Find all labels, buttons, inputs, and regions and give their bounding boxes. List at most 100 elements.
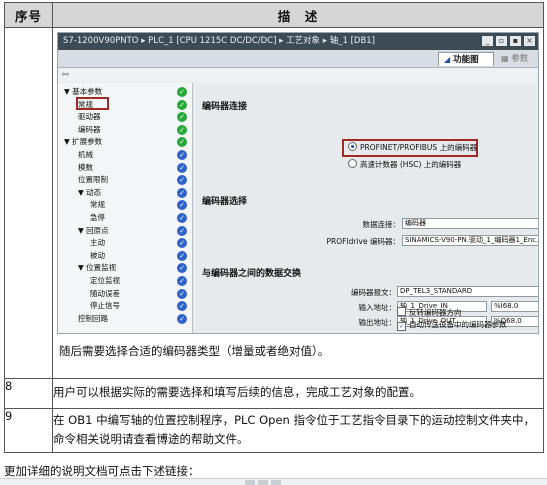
tree-item[interactable]: 位置限制 ✓ [58, 174, 192, 186]
tree-item[interactable]: 模数 ✓ [58, 162, 192, 174]
tab-function-label: 功能图 [453, 55, 479, 65]
tree-item[interactable]: ▼ 位置监视 ✓ [58, 262, 192, 274]
status-check-icon: ✓ [177, 313, 187, 324]
row7-description-cell: S7-1200V90PNTO ▸ PLC_1 [CPU 1215C DC/DC/… [52, 27, 544, 379]
checkbox-auto-label: 自动传送设备中的编码器参数 [409, 320, 507, 329]
tree-item-label: 控制回路 [78, 313, 108, 323]
status-check-icon: ✓ [177, 213, 187, 223]
tree-item-label: 被动 [90, 250, 105, 260]
status-check-icon: ✓ [177, 137, 187, 148]
tree-item[interactable]: 急停 ✓ [58, 212, 192, 224]
document-table: 序号 描 述 S7-1200V90PNTO ▸ PLC_1 [CPU 1215C… [4, 2, 544, 453]
toolbar-button[interactable] [258, 480, 268, 485]
label-data-connection: 数据连接： [362, 220, 401, 229]
label-output-address: 输出地址： [358, 318, 397, 327]
label-encoder-telegram: 编码器报文： [351, 288, 396, 297]
status-check-icon: ✓ [177, 175, 187, 186]
status-check-icon: ✓ [177, 276, 187, 286]
tab-parameter-label: 参数 [511, 54, 529, 64]
tree-item[interactable]: 停止信号 ✓ [58, 300, 192, 312]
status-check-icon: ✓ [177, 162, 187, 173]
toolstrip: ⚯ [58, 68, 538, 82]
status-check-icon: ✓ [177, 263, 187, 274]
function-view-icon: ◢ [444, 55, 451, 64]
section-encoder-connection: 编码器连接 [202, 102, 248, 112]
restore-icon: ▫ [496, 36, 507, 46]
row9-description: 在 OB1 中编写轴的位置控制程序，PLC Open 指令位于工艺指令目录下的运… [52, 408, 544, 453]
status-check-icon: ✓ [177, 99, 187, 110]
tree-item-label: ▼ 动态 [78, 187, 102, 197]
tab-function-view: ◢ 功能图 [438, 52, 494, 66]
status-check-icon: ✓ [177, 200, 187, 211]
navigation-tree: ▼ 基本参数 ✓ 常规 ✓ 驱动器 ✓ 编码器 ✓ ▼ 扩展参数 ✓ 机械 ✓ 模数 ✓ 位置限制 ✓ ▼ 动态… [58, 83, 193, 333]
label-profidrive-encoder: PROFIdrive 编码器： [326, 237, 400, 246]
minimize-icon: _ [482, 36, 493, 46]
close-icon: × [524, 36, 535, 46]
parameter-view-icon: ▦ [501, 54, 509, 63]
status-check-icon: ✓ [177, 112, 187, 123]
radio-hsc: 高速计数器 (HSC) 上的编码器 [348, 159, 461, 170]
section-encoder-selection: 编码器选择 [202, 197, 248, 207]
status-check-icon: ✓ [177, 301, 187, 312]
tia-breadcrumb: S7-1200V90PNTO ▸ PLC_1 [CPU 1215C DC/DC/… [58, 33, 538, 50]
tree-item-label: 急停 [90, 213, 105, 222]
tree-item[interactable]: 驱动器 ✓ [58, 111, 192, 123]
tree-item[interactable]: 编码器 ✓ [58, 124, 192, 136]
radio-profinet: PROFINET/PROFIBUS 上的编码器 [348, 142, 477, 153]
header-number: 序号 [4, 2, 53, 28]
tree-item-label: ▼ 回原点 [78, 225, 109, 235]
tree-item-label: ▼ 位置监视 [78, 263, 117, 273]
status-check-icon: ✓ [177, 225, 187, 236]
row8-description: 用户可以根据实际的需要选择和填写后续的信息，完成工艺对象的配置。 [52, 378, 544, 409]
tree-item-label: 位置限制 [78, 175, 108, 185]
tree-item-label: 常规 [90, 200, 105, 210]
section-data-exchange: 与编码器之间的数据交换 [202, 269, 302, 279]
status-check-icon: ✓ [177, 288, 187, 299]
status-check-icon: ✓ [177, 87, 187, 97]
tree-item-label: 模数 [78, 162, 93, 172]
row7-number-cell [4, 27, 53, 379]
tree-item[interactable]: ▼ 回原点 ✓ [58, 225, 192, 237]
row9-number: 9 [4, 408, 53, 453]
encoder-settings-panel: 编码器连接 PROFINET/PROFIBUS 上的编码器 高速计数器 (HSC… [196, 85, 538, 331]
checkbox-invert-label: 反转编码器方向 [409, 308, 462, 317]
view-tabbar: ◢ 功能图 ▦ 参数 [58, 50, 538, 68]
tree-item[interactable]: 被动 ✓ [58, 250, 192, 262]
tree-item-label: ▼ 扩展参数 [64, 137, 103, 147]
tree-item[interactable]: 随动误差 ✓ [58, 288, 192, 300]
checkbox-auto-transfer[interactable]: ✓ 自动传送设备中的编码器参数 [397, 319, 507, 331]
tree-item[interactable]: 主动 ✓ [58, 237, 192, 249]
checkbox-unchecked-icon [397, 307, 406, 316]
tree-item[interactable]: 机械 ✓ [58, 149, 192, 161]
tab-parameter-view: ▦ 参数 [496, 52, 538, 66]
radio-profinet-label: PROFINET/PROFIBUS 上的编码器 [360, 143, 478, 152]
radio-unselected-icon [348, 159, 357, 168]
toolbar-button[interactable] [245, 480, 255, 485]
encoder-highlight-box [76, 97, 109, 110]
checkbox-checked-icon: ✓ [397, 322, 406, 331]
tree-item[interactable]: 定位监视 ✓ [58, 275, 192, 287]
radio-selected-icon [348, 142, 357, 151]
row8-number: 8 [4, 378, 53, 409]
tree-item[interactable]: 常规 ✓ [58, 199, 192, 211]
tree-item-label: 停止信号 [90, 301, 120, 311]
tree-item-label: 编码器 [78, 124, 101, 134]
tree-item[interactable]: ▼ 扩展参数 ✓ [58, 136, 192, 148]
toolbar-button[interactable] [271, 480, 281, 485]
tree-item-label: 主动 [90, 238, 105, 248]
status-check-icon: ✓ [177, 124, 187, 135]
field-profidrive-encoder: SINAMICS-V90-PN.驱动_1_编码器1_Enc... [402, 235, 538, 246]
field-encoder-telegram: DP_TEL3_STANDARD [397, 286, 538, 297]
field-data-connection: 编码器 [402, 218, 538, 229]
maximize-icon: ▪ [510, 36, 521, 46]
status-check-icon: ✓ [177, 238, 187, 249]
header-description: 描 述 [52, 2, 544, 28]
tia-portal-screenshot: S7-1200V90PNTO ▸ PLC_1 [CPU 1215C DC/DC/… [57, 32, 539, 334]
tree-item-label: 机械 [78, 150, 93, 159]
tree-item[interactable]: ▼ 动态 ✓ [58, 187, 192, 199]
status-check-icon: ✓ [177, 150, 187, 160]
row7-caption: 随后需要选择合适的编码器类型（增量或者绝对值）。 [59, 344, 330, 358]
tree-item[interactable]: 控制回路 ✓ [58, 313, 192, 325]
checkbox-invert-direction[interactable]: 反转编码器方向 [397, 307, 462, 318]
label-input-address: 输入地址： [358, 303, 397, 312]
